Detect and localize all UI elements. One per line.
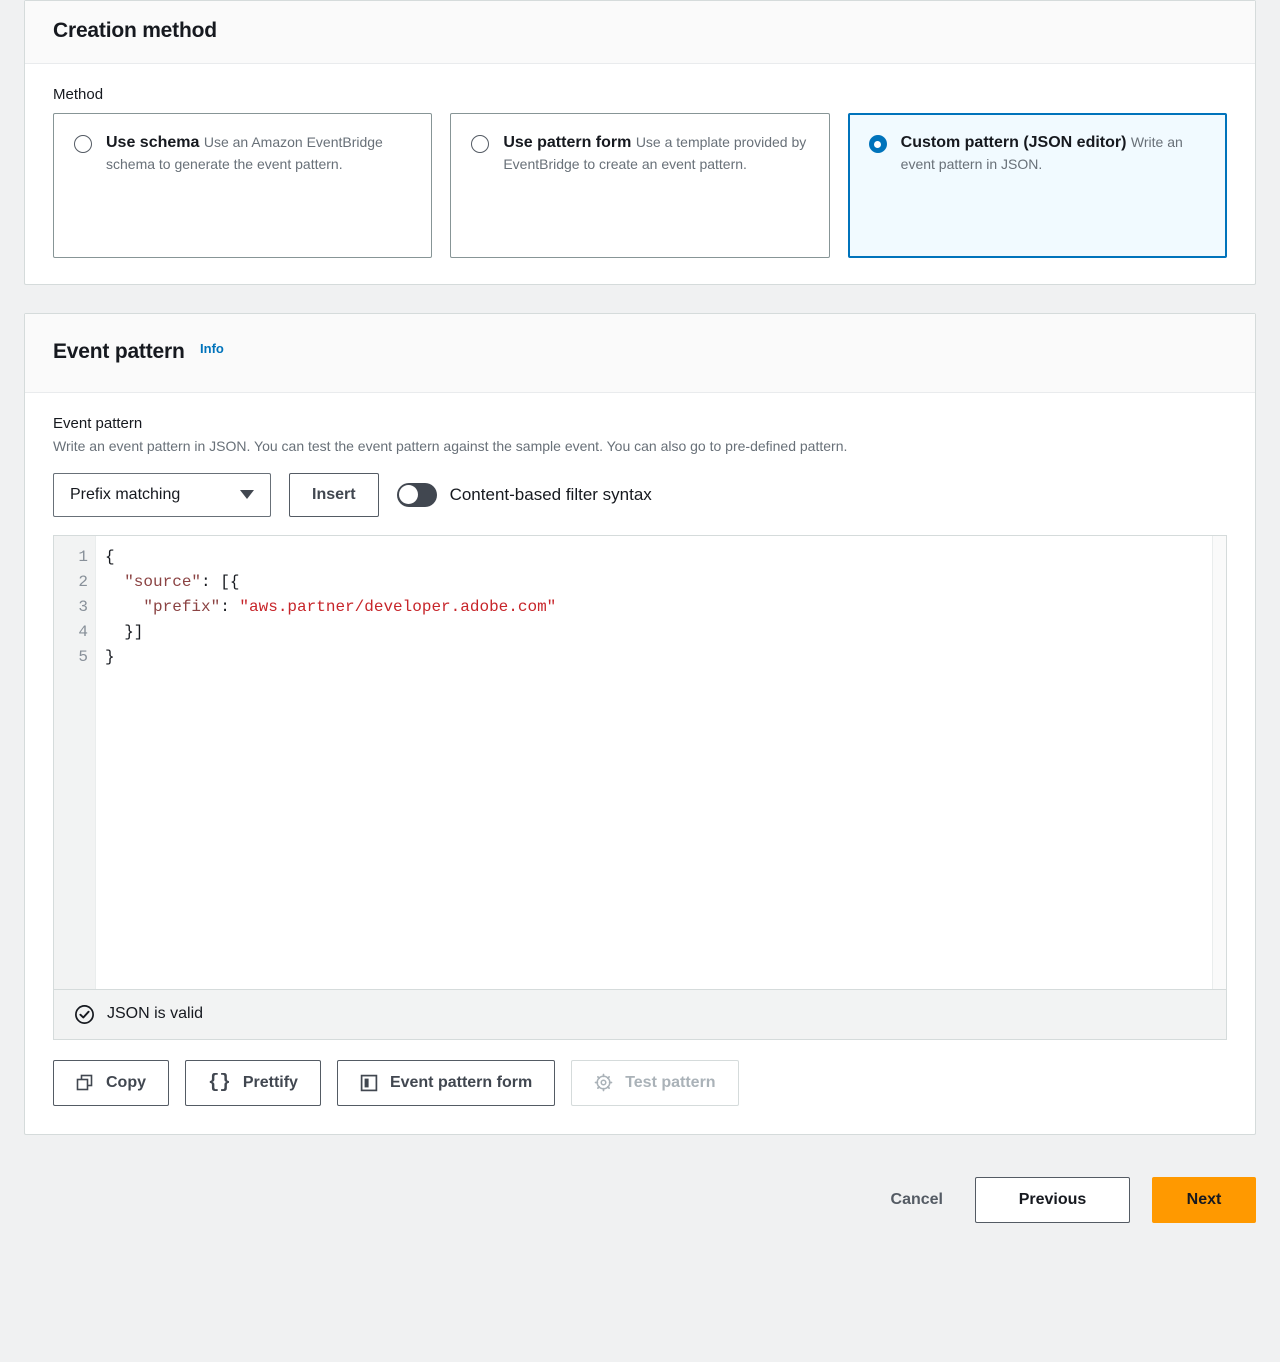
method-tile-use-schema[interactable]: Use schema Use an Amazon EventBridge sch… — [53, 113, 433, 258]
code-line: } — [105, 645, 1212, 670]
gear-icon — [594, 1073, 613, 1092]
line-number: 4 — [78, 622, 88, 641]
event-pattern-form-button[interactable]: Event pattern form — [336, 1059, 556, 1106]
editor-control-row: Prefix matching Insert Content-based fil… — [53, 472, 1227, 517]
event-pattern-card: Event pattern Info Event pattern Write a… — [24, 313, 1256, 1135]
event-pattern-body: Event pattern Write an event pattern in … — [25, 393, 1255, 1134]
method-label: Method — [53, 86, 104, 103]
line-number: 1 — [78, 547, 88, 566]
pattern-type-select[interactable]: Prefix matching — [53, 472, 271, 517]
event-pattern-field-description: Write an event pattern in JSON. You can … — [53, 438, 848, 454]
creation-method-header: Creation method — [25, 1, 1255, 64]
status-badge: JSON is valid — [107, 1005, 204, 1023]
prettify-button[interactable]: {} Prettify — [185, 1059, 321, 1106]
creation-method-card: Creation method Method Use schema Use an… — [24, 0, 1256, 285]
json-editor[interactable]: 1 2 3 4 5 { "source": [{ "prefix": "aws.part… — [53, 534, 1227, 990]
method-tile-text: Use schema Use an Amazon EventBridge sch… — [106, 132, 411, 174]
check-circle-icon — [74, 1004, 95, 1025]
code-token-str: "aws.partner/developer.adobe.com" — [239, 597, 557, 616]
code-token-punct: { — [105, 547, 115, 566]
method-tile-custom-pattern[interactable]: Custom pattern (JSON editor) Write an ev… — [847, 113, 1227, 258]
content-filter-toggle-wrap: Content-based filter syntax — [396, 482, 652, 507]
page-title: Creation method — [53, 19, 217, 42]
code-line: "source": [{ — [105, 570, 1212, 595]
line-number: 2 — [78, 572, 88, 591]
chevron-down-icon — [240, 490, 254, 500]
code-line: }] — [105, 620, 1212, 645]
copy-icon — [76, 1074, 94, 1092]
info-link[interactable]: Info — [200, 341, 224, 356]
method-tile-group: Use schema Use an Amazon EventBridge sch… — [53, 113, 1227, 258]
line-number: 3 — [78, 597, 88, 616]
content-based-filter-label: Content-based filter syntax — [449, 484, 652, 504]
test-pattern-button-label: Test pattern — [625, 1073, 716, 1091]
event-pattern-header: Event pattern Info — [25, 314, 1255, 393]
editor-line-numbers: 1 2 3 4 5 — [54, 535, 96, 989]
code-token-punct: : [{ — [201, 572, 240, 591]
code-line: "prefix": "aws.partner/developer.adobe.c… — [105, 595, 1212, 620]
pattern-type-value: Prefix matching — [70, 485, 181, 503]
radio-icon-custom-pattern[interactable] — [868, 135, 887, 153]
method-tile-title: Use pattern form — [503, 134, 632, 151]
test-pattern-button[interactable]: Test pattern — [571, 1059, 739, 1106]
insert-button[interactable]: Insert — [289, 472, 379, 517]
radio-icon-use-pattern-form[interactable] — [471, 135, 490, 153]
method-tile-title: Custom pattern (JSON editor) — [900, 134, 1127, 151]
braces-icon: {} — [208, 1071, 231, 1094]
code-token-punct: : — [220, 597, 240, 616]
code-token-punct: } — [105, 647, 115, 666]
code-token-key: "prefix" — [143, 597, 221, 616]
code-token-key: "source" — [124, 572, 202, 591]
wizard-footer: Cancel Previous Next — [0, 1176, 1280, 1223]
method-tile-use-pattern-form[interactable]: Use pattern form Use a template provided… — [450, 113, 830, 258]
previous-button[interactable]: Previous — [975, 1176, 1130, 1223]
event-pattern-field-label: Event pattern — [53, 415, 143, 432]
form-layout-icon — [360, 1074, 378, 1092]
content-based-filter-toggle[interactable] — [396, 482, 437, 507]
event-pattern-form-button-label: Event pattern form — [389, 1073, 533, 1091]
code-token-punct: }] — [105, 622, 144, 641]
editor-scrollbar[interactable] — [1212, 535, 1226, 989]
event-pattern-title: Event pattern — [53, 340, 185, 363]
json-validity-status: JSON is valid — [53, 989, 1227, 1040]
code-token-punct — [105, 573, 124, 591]
prettify-button-label: Prettify — [242, 1073, 298, 1091]
code-line: { — [105, 545, 1212, 570]
creation-method-body: Method Use schema Use an Amazon EventBri… — [25, 64, 1255, 284]
code-token-punct — [105, 598, 143, 616]
copy-button[interactable]: Copy — [53, 1059, 169, 1106]
next-button[interactable]: Next — [1152, 1176, 1256, 1223]
line-number: 5 — [78, 647, 88, 666]
editor-code-area[interactable]: { "source": [{ "prefix": "aws.partner/de… — [96, 535, 1212, 989]
method-tile-text: Custom pattern (JSON editor) Write an ev… — [901, 132, 1206, 174]
method-tile-text: Use pattern form Use a template provided… — [503, 132, 808, 174]
method-tile-title: Use schema — [106, 134, 200, 151]
create-rule-page: Creation method Method Use schema Use an… — [0, 0, 1280, 1362]
copy-button-label: Copy — [106, 1073, 146, 1091]
toggle-knob — [399, 485, 419, 505]
radio-icon-use-schema[interactable] — [74, 135, 92, 153]
cancel-button[interactable]: Cancel — [881, 1185, 953, 1215]
editor-action-buttons: Copy {} Prettify Event pattern form Test… — [53, 1059, 1227, 1106]
